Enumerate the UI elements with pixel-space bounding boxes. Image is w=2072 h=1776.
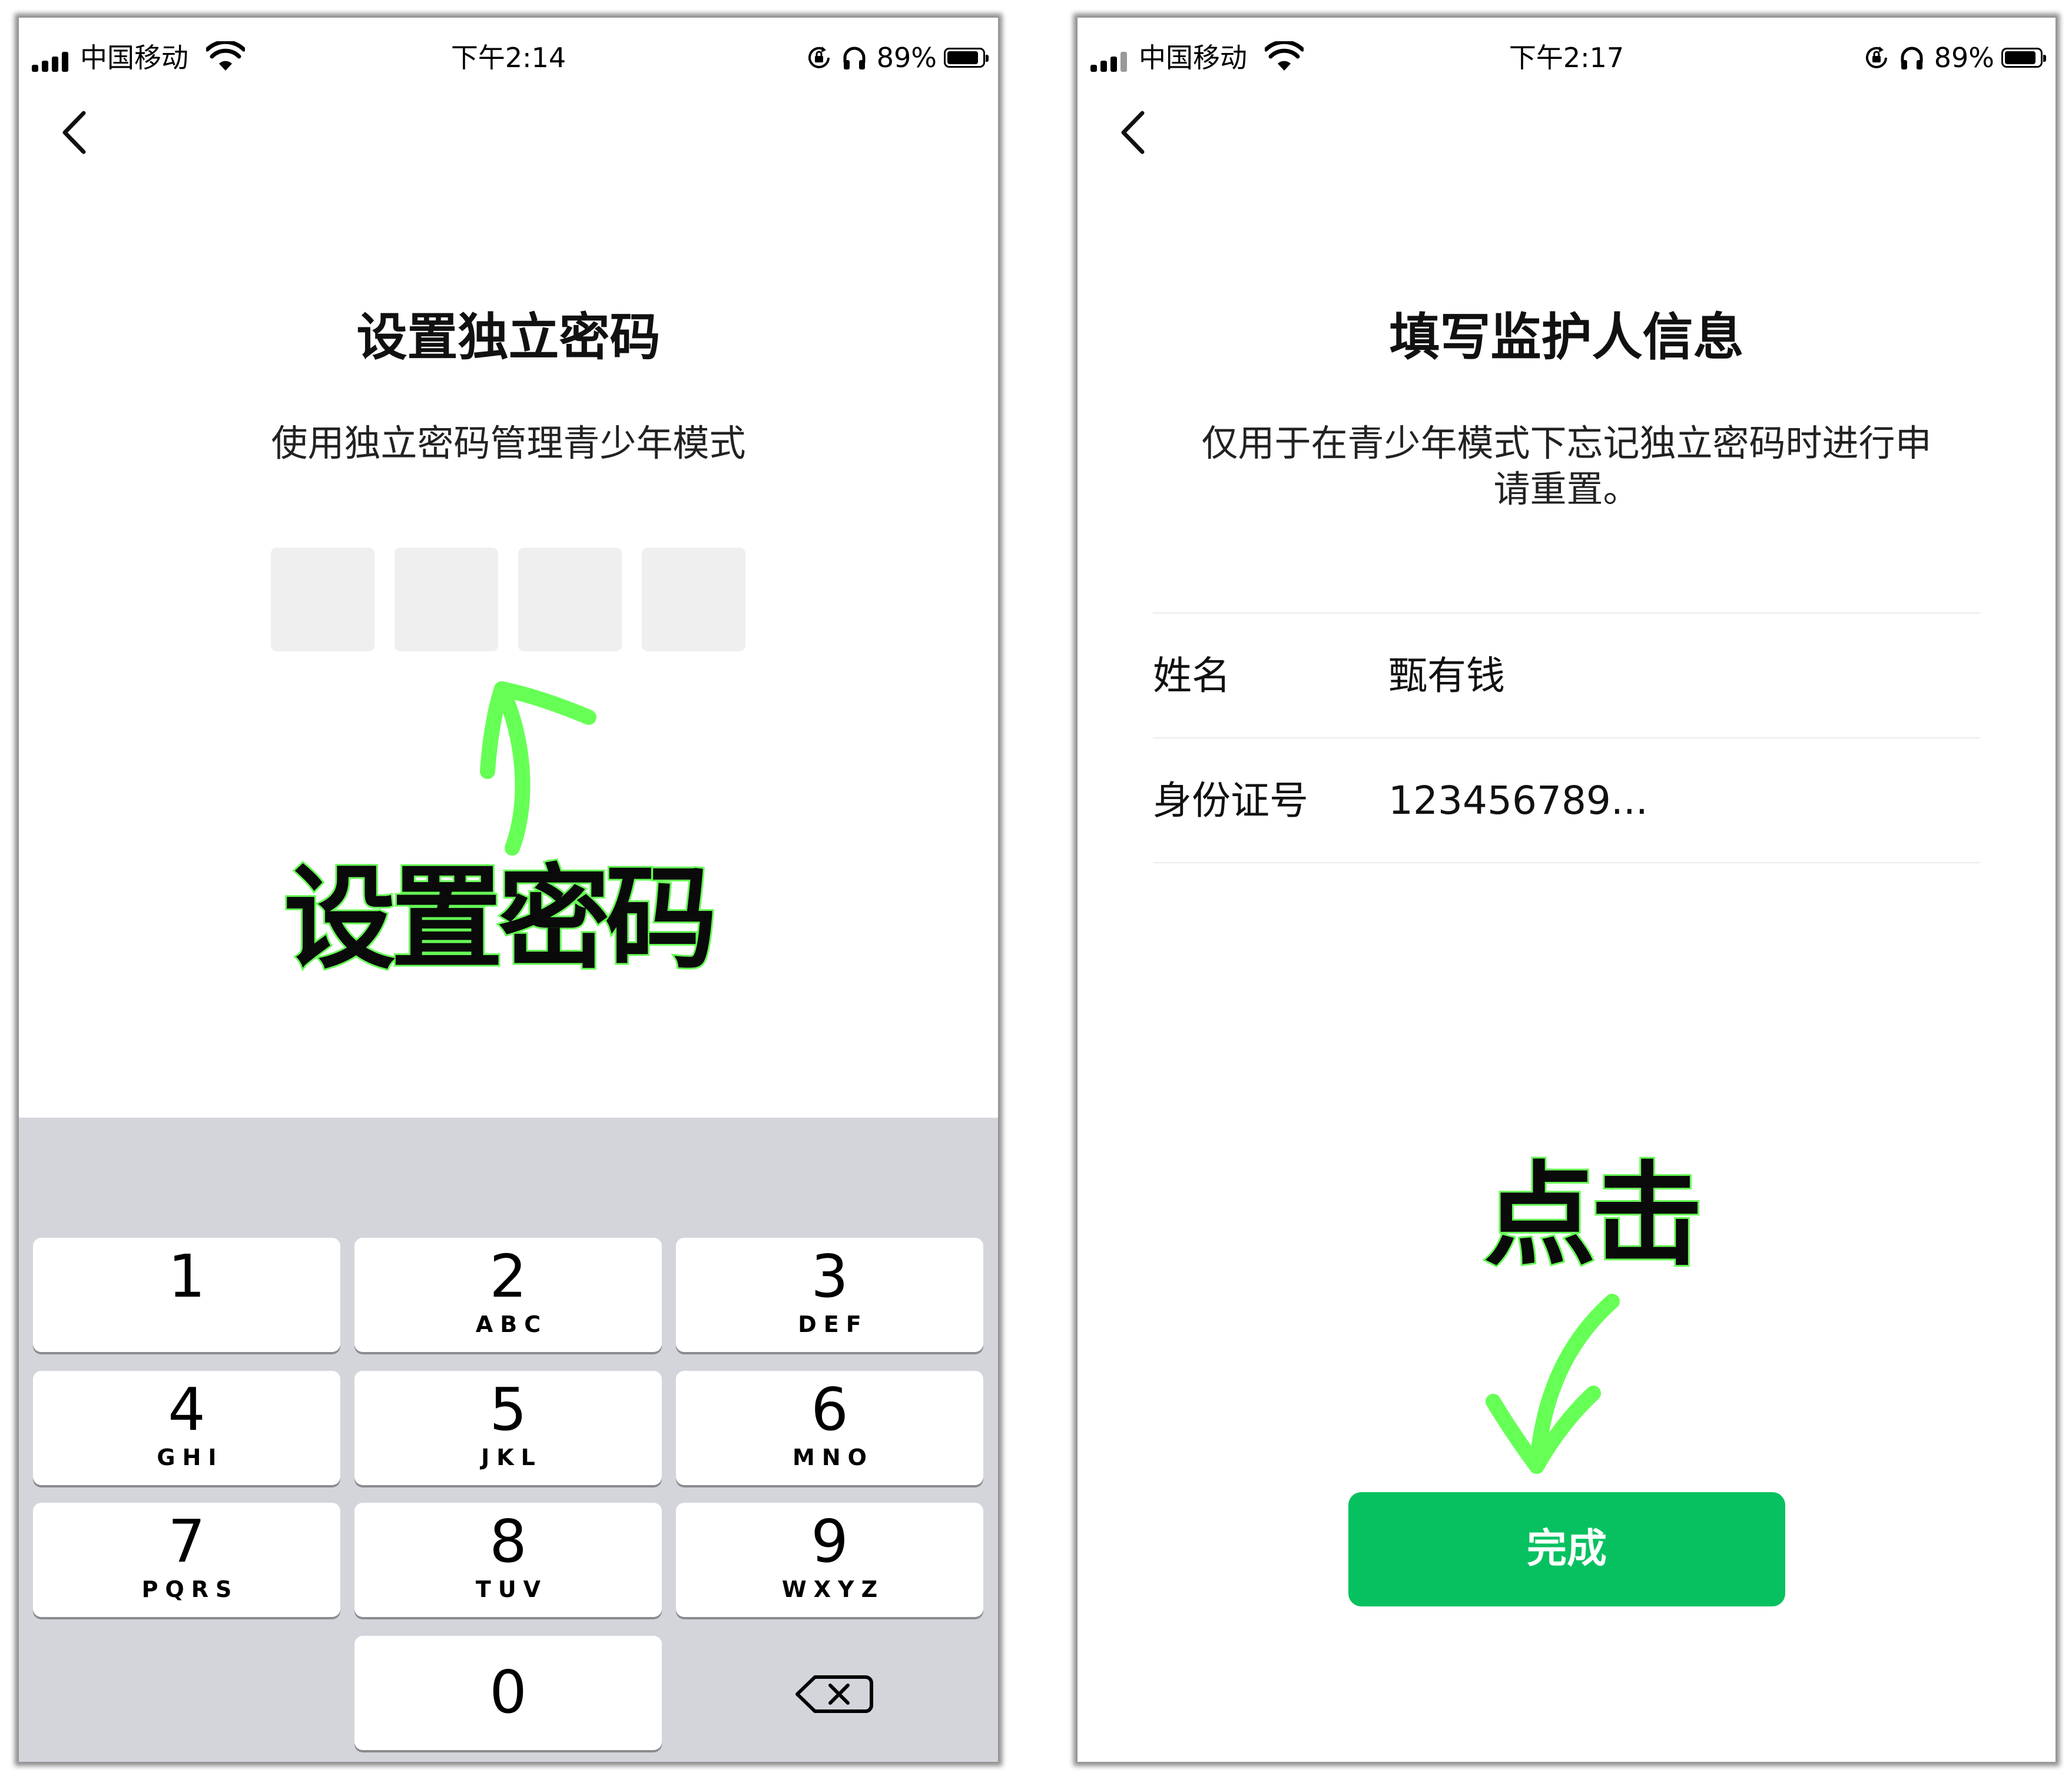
- pin-box: [271, 548, 374, 651]
- battery-percent: 89%: [1934, 42, 1994, 74]
- pin-box: [518, 548, 622, 651]
- name-row[interactable]: 姓名 甄有钱: [1153, 614, 1980, 737]
- key-letters: DEF: [798, 1311, 868, 1337]
- key-letters: WXYZ: [781, 1576, 885, 1602]
- key-digit: 7: [168, 1507, 205, 1576]
- back-chevron-icon[interactable]: [54, 100, 101, 165]
- lock-rotation-icon: [1865, 47, 1887, 68]
- key-9[interactable]: 9 WXYZ: [676, 1503, 983, 1617]
- id-number-label: 身份证号: [1153, 778, 1308, 823]
- key-digit: 8: [489, 1507, 527, 1576]
- headphones-icon: [843, 47, 866, 69]
- key-letters: MNO: [793, 1444, 874, 1470]
- name-label: 姓名: [1153, 653, 1231, 698]
- pin-box: [394, 548, 498, 651]
- status-bar: 中国移动 下午2:14 89%: [19, 18, 998, 82]
- page-subtitle: 使用独立密码管理青少年模式: [271, 422, 746, 465]
- pin-input[interactable]: [271, 548, 745, 651]
- key-5[interactable]: 5 JKL: [354, 1371, 662, 1485]
- guardian-form: 姓名 甄有钱 身份证号 123456789...: [1153, 612, 1980, 863]
- subtitle-line: 仅用于在青少年模式下忘记独立密码时进行申: [1201, 422, 1932, 465]
- key-6[interactable]: 6 MNO: [676, 1371, 983, 1485]
- arrow-down-annotation-icon: [1486, 1294, 1620, 1474]
- name-field[interactable]: 甄有钱: [1388, 652, 1505, 700]
- key-2[interactable]: 2 ABC: [354, 1238, 662, 1352]
- key-digit: 1: [168, 1242, 205, 1311]
- key-digit: 4: [168, 1375, 205, 1444]
- key-letters: JKL: [481, 1444, 542, 1470]
- subtitle-line: 请重置。: [1493, 468, 1640, 511]
- key-letters: ABC: [475, 1311, 548, 1337]
- divider: [1153, 862, 1980, 863]
- arrow-up-annotation-icon: [480, 681, 596, 856]
- battery-icon: [2001, 48, 2046, 68]
- key-8[interactable]: 8 TUV: [354, 1503, 662, 1617]
- key-digit: 0: [489, 1658, 527, 1727]
- key-digit: 3: [811, 1242, 848, 1311]
- set-password-annotation: 设置密码: [282, 854, 719, 984]
- key-letters: PQRS: [141, 1576, 239, 1602]
- page-title: 填写监护人信息: [1389, 308, 1744, 367]
- numeric-keypad: 1 2 ABC 3 DEF 4 GHI 5 JKL 6 MNO 7 PQRS 8: [19, 1118, 998, 1762]
- done-button[interactable]: 完成: [1348, 1492, 1785, 1606]
- id-number-field[interactable]: 123456789...: [1388, 777, 1648, 824]
- key-letters: GHI: [157, 1444, 224, 1470]
- id-row[interactable]: 身份证号 123456789...: [1153, 738, 1980, 862]
- click-annotation: 点击: [1482, 1151, 1705, 1281]
- page-subtitle: 仅用于在青少年模式下忘记独立密码时进行申 请重置。: [1136, 420, 1997, 512]
- backspace-icon[interactable]: [676, 1636, 983, 1750]
- page-title: 设置独立密码: [356, 308, 661, 367]
- status-bar: 中国移动 下午2:17 89%: [1078, 18, 2056, 82]
- lock-rotation-icon: [808, 47, 830, 68]
- pin-box: [642, 548, 745, 651]
- battery-icon: [944, 48, 989, 68]
- key-digit: 9: [811, 1507, 848, 1576]
- key-digit: 6: [811, 1375, 848, 1444]
- key-3[interactable]: 3 DEF: [676, 1238, 983, 1352]
- key-4[interactable]: 4 GHI: [33, 1371, 340, 1485]
- back-chevron-icon[interactable]: [1113, 100, 1160, 165]
- right-screen: 中国移动 下午2:17 89% 填写监护人信息 仅用于在青少年模式下忘记独立密码…: [1078, 18, 2056, 1762]
- key-0[interactable]: 0: [354, 1636, 662, 1750]
- battery-percent: 89%: [876, 42, 937, 74]
- headphones-icon: [1901, 47, 1923, 69]
- key-digit: 5: [489, 1375, 527, 1444]
- key-digit: 2: [489, 1242, 527, 1311]
- left-screen: 中国移动 下午2:14 89% 设置独立密码 使用独立密码管理青少年模式 设置密…: [19, 18, 998, 1762]
- key-1[interactable]: 1: [33, 1238, 340, 1352]
- key-letters: TUV: [475, 1576, 548, 1602]
- key-7[interactable]: 7 PQRS: [33, 1503, 340, 1617]
